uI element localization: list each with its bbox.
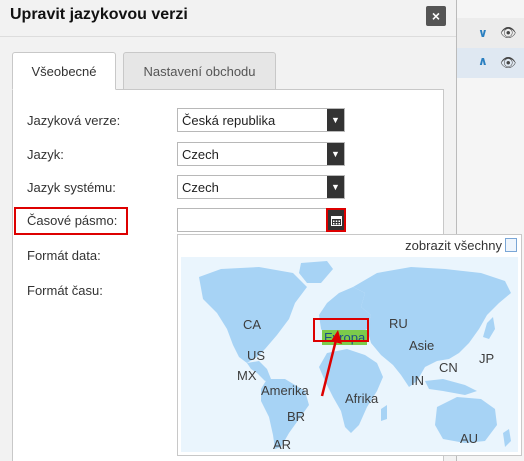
timezone-map-popup: zobrazit všechny CA US MX Amerika BR AR … (177, 234, 522, 456)
japan-shape (483, 317, 495, 339)
region-asie[interactable]: Asie (409, 338, 434, 353)
region-jp[interactable]: JP (479, 351, 494, 366)
indonesia-shape (425, 379, 477, 395)
timezone-label: Časové pásmo: (27, 213, 118, 228)
show-all-label: zobrazit všechny (405, 238, 502, 253)
world-map-shapes (199, 261, 511, 449)
eye-icon[interactable]: 👁 (500, 55, 517, 71)
system-language-select[interactable]: Czech ▼ (177, 175, 345, 199)
system-language-value: Czech (182, 180, 219, 195)
dialog-title: Upravit jazykovou verzi (10, 6, 188, 23)
region-ca[interactable]: CA (243, 317, 261, 332)
tab-shop-settings[interactable]: Nastavení obchodu (123, 52, 276, 90)
language-version-value: Česká republika (182, 113, 276, 128)
chevron-down-icon[interactable]: ∨ (478, 26, 488, 40)
madagascar-shape (381, 405, 387, 421)
region-au[interactable]: AU (460, 431, 478, 446)
region-ar[interactable]: AR (273, 437, 291, 452)
region-ru[interactable]: RU (389, 316, 408, 331)
document-icon (505, 238, 517, 252)
system-language-label: Jazyk systému: (27, 180, 116, 195)
show-all-link[interactable]: zobrazit všechny (405, 238, 517, 253)
divider (0, 36, 456, 37)
region-mx[interactable]: MX (237, 368, 257, 383)
region-in[interactable]: IN (411, 373, 424, 388)
calendar-icon (331, 216, 342, 226)
chevron-down-icon: ▼ (327, 109, 344, 131)
region-amerika[interactable]: Amerika (261, 383, 309, 398)
world-map[interactable]: CA US MX Amerika BR AR Evropa RU Asie CN… (181, 257, 518, 452)
region-cn[interactable]: CN (439, 360, 458, 375)
language-version-select[interactable]: Česká republika ▼ (177, 108, 345, 132)
tab-general[interactable]: Všeobecné (12, 52, 116, 90)
greenland-shape (299, 261, 333, 283)
language-value: Czech (182, 147, 219, 162)
eye-icon[interactable]: 👁 (500, 25, 517, 41)
region-us[interactable]: US (247, 348, 265, 363)
region-afrika[interactable]: Afrika (345, 391, 378, 406)
timezone-input[interactable] (177, 208, 345, 232)
language-version-label: Jazyková verze: (27, 113, 121, 128)
date-format-label: Formát data: (27, 248, 101, 263)
close-button[interactable]: × (426, 6, 446, 26)
background-row: ∧ 👁 (456, 48, 524, 78)
background-row: ∨ 👁 (456, 18, 524, 49)
calendar-button[interactable] (326, 208, 346, 232)
evropa-highlight-box (313, 318, 369, 342)
language-label: Jazyk: (27, 147, 64, 162)
region-br[interactable]: BR (287, 409, 305, 424)
chevron-up-icon[interactable]: ∧ (478, 54, 488, 68)
new-zealand-shape (503, 429, 511, 447)
chevron-down-icon: ▼ (327, 176, 344, 198)
language-select[interactable]: Czech ▼ (177, 142, 345, 166)
time-format-label: Formát času: (27, 283, 103, 298)
chevron-down-icon: ▼ (327, 143, 344, 165)
